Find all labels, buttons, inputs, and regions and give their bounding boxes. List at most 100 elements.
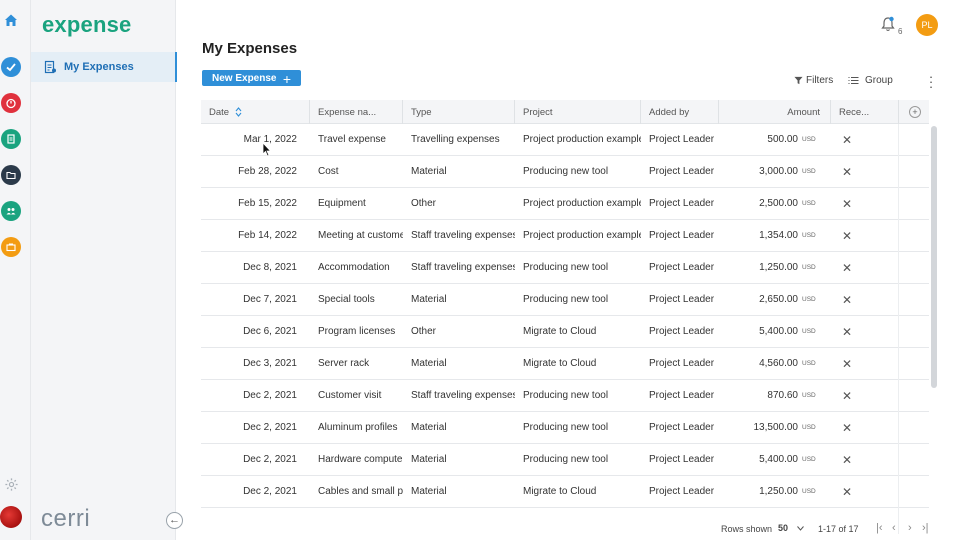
- briefcase-icon[interactable]: [1, 237, 21, 257]
- column-header-project[interactable]: Project: [515, 100, 641, 124]
- table-row[interactable]: Mar 1, 2022 Travel expense Travelling expe…: [201, 124, 929, 156]
- rows-shown-label: Rows shown: [721, 524, 773, 534]
- filters-label: Filters: [806, 75, 834, 86]
- date-cell: Dec 2, 2021: [243, 390, 297, 401]
- no-receipt-icon[interactable]: ✕: [839, 252, 855, 283]
- column-header-type[interactable]: Type: [403, 100, 515, 124]
- amount-cell: 870.60: [767, 390, 798, 401]
- column-header-added-by[interactable]: Added by: [641, 100, 719, 124]
- table-row[interactable]: Dec 2, 2021 Hardware computers Material Pro…: [201, 444, 929, 476]
- new-expense-button[interactable]: New Expense +: [202, 70, 301, 87]
- notification-count: 6: [898, 27, 903, 36]
- table-header: Date Expense na... Type Project Added by…: [201, 100, 929, 124]
- no-receipt-icon[interactable]: ✕: [839, 380, 855, 411]
- amount-cell: 1,354.00: [759, 230, 798, 241]
- table-row[interactable]: Dec 2, 2021 Cables and small parts Materia…: [201, 476, 929, 508]
- amount-cell: 2,500.00: [759, 198, 798, 209]
- project-cell: Producing new tool: [523, 294, 609, 305]
- currency-cell: USD: [802, 136, 816, 143]
- date-cell: Dec 8, 2021: [243, 262, 297, 273]
- date-cell: Dec 3, 2021: [243, 358, 297, 369]
- no-receipt-icon[interactable]: ✕: [839, 284, 855, 315]
- timer-icon[interactable]: [1, 93, 21, 113]
- amount-cell: 1,250.00: [759, 486, 798, 497]
- type-cell: Staff traveling expenses: [411, 262, 515, 273]
- prev-page-icon[interactable]: ‹: [892, 522, 896, 534]
- project-cell: Project production example: [523, 230, 641, 241]
- column-header-date[interactable]: Date: [201, 100, 310, 124]
- table-row[interactable]: Dec 2, 2021 Aluminum profiles Material Prod…: [201, 412, 929, 444]
- no-receipt-icon[interactable]: ✕: [839, 444, 855, 475]
- column-header-receipt[interactable]: Rece...: [831, 100, 899, 124]
- no-receipt-icon[interactable]: ✕: [839, 412, 855, 443]
- last-page-icon[interactable]: ›|: [922, 522, 929, 534]
- rows-shown-select[interactable]: 50: [778, 523, 804, 533]
- more-options-icon[interactable]: · · ·: [928, 70, 934, 93]
- added-by-cell: Project Leader: [649, 134, 715, 145]
- date-cell: Dec 2, 2021: [243, 454, 297, 465]
- added-by-cell: Project Leader: [649, 198, 715, 209]
- no-receipt-icon[interactable]: ✕: [839, 156, 855, 187]
- group-button[interactable]: Group: [848, 75, 893, 86]
- no-receipt-icon[interactable]: ✕: [839, 188, 855, 219]
- add-column-icon[interactable]: +: [909, 106, 921, 118]
- table-row[interactable]: Dec 7, 2021 Special tools Material Producin…: [201, 284, 929, 316]
- project-cell: Producing new tool: [523, 166, 609, 177]
- column-header-expense-name[interactable]: Expense na...: [310, 100, 403, 124]
- sidebar-item-my-expenses[interactable]: My Expenses: [31, 52, 177, 82]
- no-receipt-icon[interactable]: ✕: [839, 124, 855, 155]
- folder-icon[interactable]: [1, 165, 21, 185]
- project-cell: Producing new tool: [523, 454, 609, 465]
- filters-button[interactable]: Filters: [794, 75, 833, 86]
- added-by-cell: Project Leader: [649, 294, 715, 305]
- amount-cell: 3,000.00: [759, 166, 798, 177]
- table-row[interactable]: Dec 3, 2021 Server rack Material Migrate to…: [201, 348, 929, 380]
- next-page-icon[interactable]: ›: [908, 522, 912, 534]
- project-cell: Migrate to Cloud: [523, 486, 597, 497]
- no-receipt-icon[interactable]: ✕: [839, 220, 855, 251]
- no-receipt-icon[interactable]: ✕: [839, 476, 855, 507]
- avatar[interactable]: PL: [916, 14, 938, 36]
- table-row[interactable]: Feb 15, 2022 Equipment Other Project produc…: [201, 188, 929, 220]
- type-cell: Material: [411, 358, 447, 369]
- expense-name-cell: Special tools: [318, 294, 375, 305]
- project-cell: Producing new tool: [523, 390, 609, 401]
- amount-cell: 5,400.00: [759, 454, 798, 465]
- expense-name-cell: Meeting at customer: [318, 230, 403, 241]
- table-row[interactable]: Dec 6, 2021 Program licenses Other Migrate …: [201, 316, 929, 348]
- type-cell: Material: [411, 166, 447, 177]
- page-title: My Expenses: [202, 40, 298, 57]
- settings-icon[interactable]: [1, 474, 21, 494]
- group-label: Group: [865, 75, 893, 86]
- no-receipt-icon[interactable]: ✕: [839, 316, 855, 347]
- expense-name-cell: Hardware computers: [318, 454, 403, 465]
- team-icon[interactable]: [1, 201, 21, 221]
- project-cell: Migrate to Cloud: [523, 358, 597, 369]
- first-page-icon[interactable]: |‹: [876, 522, 883, 534]
- type-cell: Material: [411, 486, 447, 497]
- check-icon[interactable]: [1, 57, 21, 77]
- column-header-amount[interactable]: Amount: [719, 100, 831, 124]
- user-photo-icon[interactable]: [0, 506, 22, 528]
- currency-cell: USD: [802, 424, 816, 431]
- currency-cell: USD: [802, 200, 816, 207]
- currency-cell: USD: [802, 488, 816, 495]
- scrollbar[interactable]: [931, 126, 937, 388]
- type-cell: Staff traveling expenses: [411, 230, 515, 241]
- table-row[interactable]: Dec 2, 2021 Customer visit Staff traveling…: [201, 380, 929, 412]
- added-by-cell: Project Leader: [649, 166, 715, 177]
- table-row[interactable]: Feb 14, 2022 Meeting at customer Staff tra…: [201, 220, 929, 252]
- added-by-cell: Project Leader: [649, 390, 715, 401]
- type-cell: Other: [411, 198, 437, 209]
- no-receipt-icon[interactable]: ✕: [839, 348, 855, 379]
- project-cell: Migrate to Cloud: [523, 326, 597, 337]
- table-row[interactable]: Dec 8, 2021 Accommodation Staff traveling …: [201, 252, 929, 284]
- expense-report-icon[interactable]: [1, 129, 21, 149]
- expense-name-cell: Travel expense: [318, 134, 386, 145]
- amount-cell: 13,500.00: [753, 422, 799, 433]
- type-cell: Travelling expenses: [411, 134, 500, 145]
- table-row[interactable]: Feb 28, 2022 Cost Material Producing new to…: [201, 156, 929, 188]
- home-icon[interactable]: [1, 10, 21, 30]
- expense-name-cell: Server rack: [318, 358, 370, 369]
- bell-icon[interactable]: [881, 16, 895, 37]
